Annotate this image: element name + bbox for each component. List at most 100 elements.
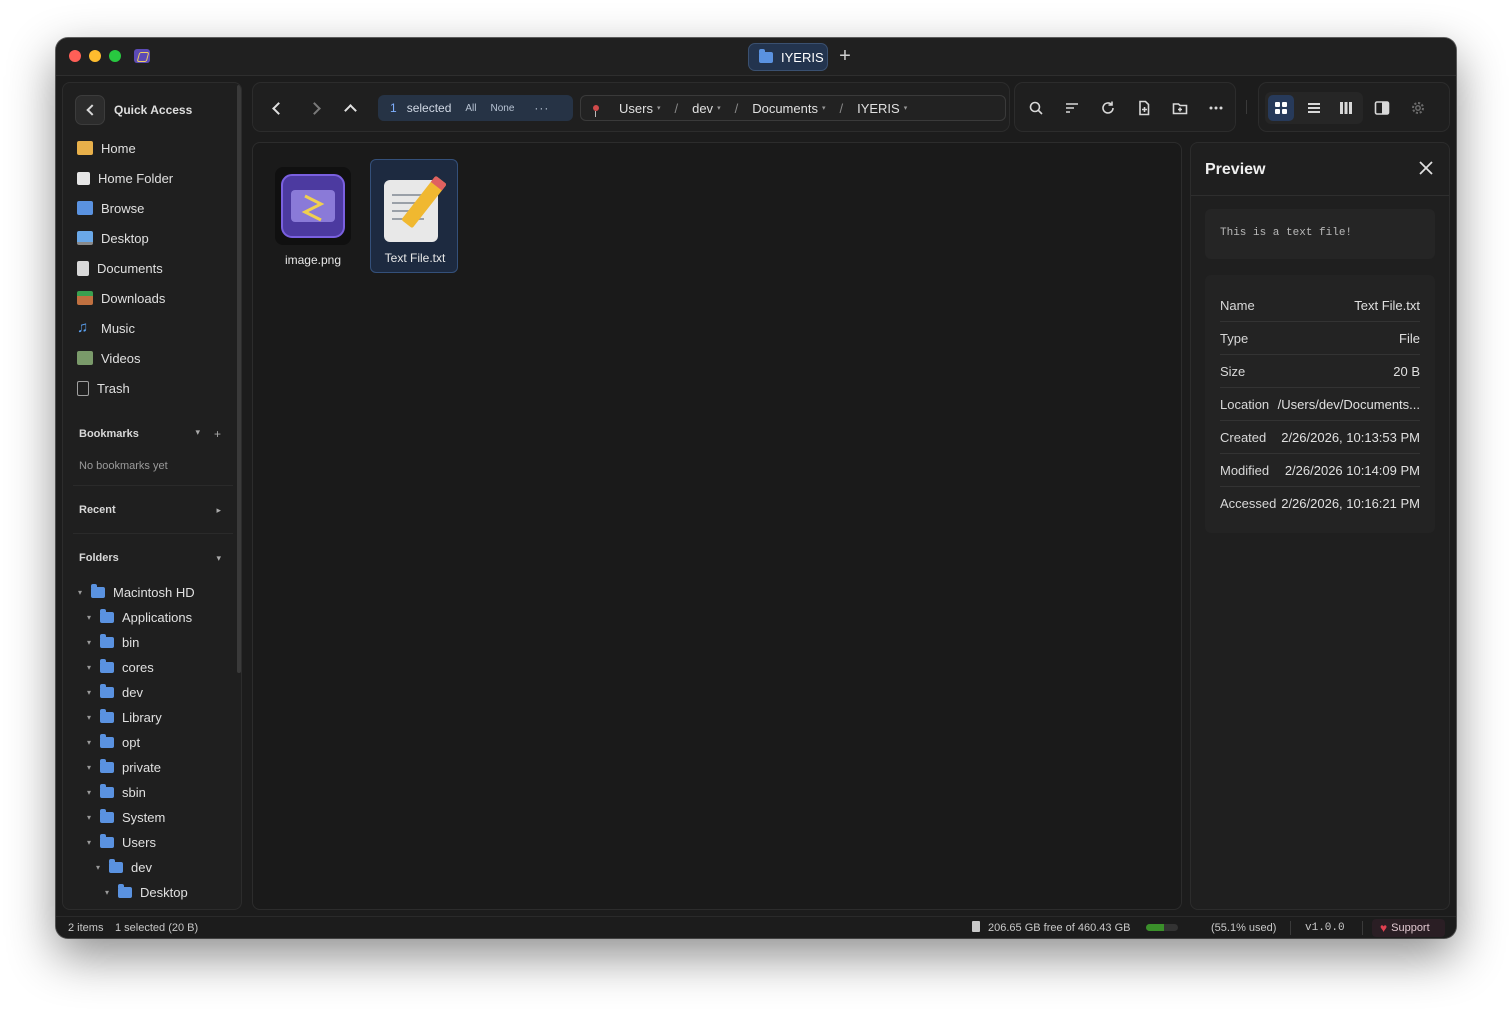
file-name: Text File.txt (384, 251, 446, 265)
quick-access-item-trash[interactable]: Trash (77, 373, 237, 403)
documents-icon (77, 260, 89, 276)
tree-toggle-icon[interactable]: ▾ (86, 713, 92, 722)
list-view-button[interactable] (1301, 95, 1327, 121)
new-tab-button[interactable]: + (834, 46, 856, 68)
tree-toggle-icon[interactable]: ▾ (86, 813, 92, 822)
quick-access-label: Home Folder (98, 170, 174, 186)
tree-item-cores[interactable]: ▾ cores (77, 655, 241, 680)
image-thumbnail (275, 167, 351, 245)
breadcrumb-caret-icon[interactable]: ▾ (822, 104, 826, 112)
search-button[interactable] (1023, 95, 1049, 121)
breadcrumb-caret-icon[interactable]: ▾ (904, 104, 908, 112)
tree-item-desktop[interactable]: ▾ Desktop (77, 880, 241, 905)
settings-button[interactable] (1405, 95, 1431, 121)
expand-recent-icon[interactable]: ▸ (216, 505, 221, 516)
quick-access-item-videos[interactable]: Videos (77, 343, 237, 373)
recent-header[interactable]: Recent ▸ (79, 504, 221, 516)
selection-more-button[interactable]: ··· (534, 101, 549, 115)
tree-item-bin[interactable]: ▾ bin (77, 630, 241, 655)
close-window-button[interactable] (69, 50, 81, 62)
refresh-button[interactable] (1095, 95, 1121, 121)
quick-access-label: Documents (97, 260, 163, 276)
tree-item-private[interactable]: ▾ private (77, 755, 241, 780)
up-folder-button[interactable] (337, 95, 363, 121)
tree-toggle-icon[interactable]: ▾ (104, 888, 110, 897)
breadcrumb-segment-documents[interactable]: Documents (752, 101, 818, 116)
select-all-button[interactable]: All (465, 103, 476, 114)
quick-access-item-browse[interactable]: Browse (77, 193, 237, 223)
preview-content: This is a text file! (1205, 209, 1435, 259)
quick-access-item-documents[interactable]: Documents (77, 253, 237, 283)
tree-toggle-icon[interactable]: ▾ (86, 788, 92, 797)
zoom-window-button[interactable] (109, 50, 121, 62)
tree-item-dev[interactable]: ▾ dev (77, 680, 241, 705)
minimize-window-button[interactable] (89, 50, 101, 62)
select-none-button[interactable]: None (491, 103, 515, 114)
toggle-preview-button[interactable] (1369, 95, 1395, 121)
close-icon (1419, 161, 1433, 175)
property-value: /Users/dev/Documents... (1277, 396, 1420, 412)
new-folder-button[interactable] (1167, 95, 1193, 121)
more-actions-button[interactable] (1203, 95, 1229, 121)
view-toolbar (1258, 82, 1450, 132)
quick-access-item-home[interactable]: Home (77, 133, 237, 163)
grid-view-button[interactable] (1268, 95, 1294, 121)
support-button[interactable]: ♥ Support (1372, 919, 1445, 937)
folder-icon (759, 48, 773, 63)
tab-iyeris[interactable]: IYERIS (748, 43, 828, 71)
breadcrumb-segment-iyeris[interactable]: IYERIS (857, 101, 900, 116)
tree-item-macintosh-hd[interactable]: ▾ Macintosh HD (77, 580, 241, 605)
tree-item-library[interactable]: ▾ Library (77, 705, 241, 730)
app-window: IYERIS + Quick Access Home Home Folder Bro… (56, 38, 1456, 938)
breadcrumb-separator: / (734, 100, 739, 116)
tree-toggle-icon[interactable]: ▾ (77, 588, 83, 597)
back-button[interactable] (265, 95, 291, 121)
tree-toggle-icon[interactable]: ▾ (86, 638, 92, 647)
tree-toggle-icon[interactable]: ▾ (95, 863, 101, 872)
tree-toggle-icon[interactable]: ▾ (86, 838, 92, 847)
tree-item-label: cores (122, 660, 154, 675)
breadcrumb-segment-dev[interactable]: dev (692, 101, 713, 116)
column-view-button[interactable] (1333, 95, 1359, 121)
property-key: Location (1220, 396, 1270, 412)
property-key: Name (1220, 297, 1255, 313)
tree-item-label: opt (122, 735, 141, 750)
breadcrumb-caret-icon[interactable]: ▾ (657, 104, 661, 112)
close-preview-button[interactable] (1417, 159, 1435, 177)
tree-item-sbin[interactable]: ▾ sbin (77, 780, 241, 805)
quick-access-item-music[interactable]: ♫ Music (77, 313, 237, 343)
tree-item-users[interactable]: ▾ Users (77, 830, 241, 855)
tree-item-opt[interactable]: ▾ opt (77, 730, 241, 755)
collapse-folders-icon[interactable]: ▾ (216, 553, 221, 564)
heart-icon: ♥ (1380, 921, 1388, 935)
tree-toggle-icon[interactable]: ▾ (86, 663, 92, 672)
tree-item-applications[interactable]: ▾ Applications (77, 605, 241, 630)
file-item-image[interactable]: image.png (269, 159, 357, 273)
folders-header[interactable]: Folders ▾ (79, 552, 221, 564)
quick-access-label: Desktop (101, 230, 149, 246)
sort-button[interactable] (1059, 95, 1085, 121)
folders-title: Folders (79, 552, 119, 564)
tree-item-system[interactable]: ▾ System (77, 805, 241, 830)
tree-item-dev[interactable]: ▾ dev (77, 855, 241, 880)
forward-button[interactable] (301, 95, 327, 121)
tree-toggle-icon[interactable]: ▾ (86, 763, 92, 772)
add-bookmark-button[interactable]: + (214, 427, 221, 441)
file-item-text[interactable]: Text File.txt (370, 159, 458, 273)
quick-access-item-desktop[interactable]: Desktop (77, 223, 237, 253)
collapse-bookmarks-icon[interactable]: ▾ (195, 427, 200, 441)
selection-pill: 1 selected All None ··· (378, 95, 573, 121)
tree-item-label: Users (122, 835, 156, 850)
breadcrumb-caret-icon[interactable]: ▾ (717, 104, 721, 112)
new-file-button[interactable] (1131, 95, 1157, 121)
quick-access-item-downloads[interactable]: Downloads (77, 283, 237, 313)
quick-access-back-button[interactable] (75, 95, 105, 125)
tree-toggle-icon[interactable]: ▾ (86, 738, 92, 747)
version-label: v1.0.0 (1305, 922, 1345, 934)
tree-toggle-icon[interactable]: ▾ (86, 688, 92, 697)
status-separator (1362, 921, 1363, 935)
quick-access-item-home-folder[interactable]: Home Folder (77, 163, 237, 193)
breadcrumb-segment-users[interactable]: Users (619, 101, 653, 116)
file-grid[interactable]: image.png Text File.txt (252, 142, 1182, 910)
tree-toggle-icon[interactable]: ▾ (86, 613, 92, 622)
